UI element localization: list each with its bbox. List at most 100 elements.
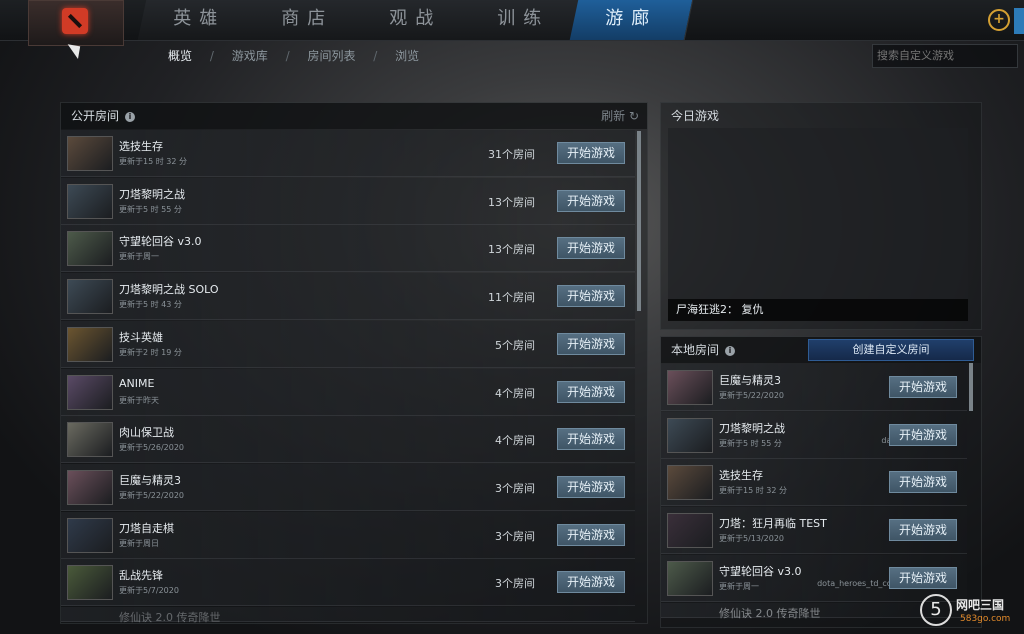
game-updated: 更新于5/22/2020 [119,490,185,500]
game-thumbnail [667,465,713,501]
game-name: 巨魔与精灵3 [719,374,781,387]
start-game-button[interactable]: 开始游戏 [557,285,625,308]
subnav-game-library[interactable]: 游戏库 [232,49,268,63]
table-row[interactable]: 技斗英雄更新于2 时 19 分 5个房间 开始游戏 [61,320,635,368]
table-row[interactable]: 巨魔与精灵3 更新于5/22/2020 3个房间 开始游戏 [61,463,635,511]
subnav-overview[interactable]: 概览 [168,49,192,63]
game-name: 选技生存 [719,469,763,483]
table-row[interactable]: 巨魔与精灵3更新于5/22/2020s开始游戏 [661,364,967,411]
table-row[interactable]: 刀塔黎明之战更新于5 时 55 分dawn开始游戏 [661,411,967,459]
local-rooms-scrollbar[interactable] [969,363,973,411]
game-name: 修仙诀 2.0 传奇降世 [119,611,221,624]
create-custom-room-button[interactable]: 创建自定义房间 [808,339,974,361]
room-count: 13个房间 [488,195,535,209]
side-panel-tab[interactable] [1014,8,1024,34]
room-count: 3个房间 [495,529,535,543]
refresh-button[interactable]: 刷新 ↻ [601,103,639,129]
dota-logo-button[interactable] [28,0,124,46]
today-game-title: 今日游戏 [671,109,720,123]
game-updated: 更新于5 时 55 分 [719,438,782,448]
start-game-button[interactable]: 开始游戏 [557,475,625,498]
subnav-separator: / [209,49,214,63]
game-updated: 更新于5/13/2020 [719,534,785,544]
start-game-button[interactable]: 开始游戏 [557,189,625,212]
arcade-subnav: 概览 / 游戏库 / 房间列表 / 浏览 [168,47,433,64]
tab-heroes[interactable]: 英雄 [137,0,262,40]
table-row[interactable]: 选技生存更新于15 时 32 分 开始游戏 [661,459,967,507]
game-name: 刀塔：狂月再临 TEST [719,517,827,531]
today-game-banner[interactable] [668,128,968,320]
start-game-button[interactable]: 开始游戏 [889,471,957,494]
game-name: 守望轮回谷 v3.0 [719,564,802,578]
table-row[interactable]: 守望轮回谷 v3.0 更新于周一 13个房间 开始游戏 [61,225,635,273]
game-updated: 更新于5 时 55 分 [119,204,182,214]
info-icon[interactable]: i [125,111,136,122]
game-updated: 更新于5/7/2020 [119,586,179,596]
start-game-button[interactable]: 开始游戏 [557,142,625,164]
game-name: 肉山保卫战 [119,426,174,440]
subnav-room-list[interactable]: 房间列表 [307,49,355,63]
game-updated: 更新于5/26/2020 [119,443,185,453]
tab-watch[interactable]: 观战 [353,0,478,40]
game-thumbnail [67,469,113,505]
game-name: 巨魔与精灵3 [119,473,181,487]
game-name: 刀塔黎明之战 [719,421,785,435]
table-row[interactable]: 选技生存 更新于15 时 32 分 31个房间 开始游戏 [61,130,635,177]
game-updated: 更新于2 时 19 分 [119,347,182,357]
public-rooms-scrollbar[interactable] [637,131,641,311]
room-count: 5个房间 [495,338,535,352]
game-thumbnail [67,422,113,458]
game-updated: 更新于15 时 32 分 [719,486,787,496]
game-name: 修仙诀 2.0 传奇降世 [719,606,821,620]
subnav-browse[interactable]: 浏览 [395,49,419,63]
start-game-button[interactable]: 开始游戏 [557,332,625,355]
public-rooms-header: 公开房间 i 刷新 ↻ [61,103,647,129]
tab-learn[interactable]: 训练 [461,0,586,40]
dota-logo-icon [62,8,88,34]
game-updated: 更新于周一 [719,581,759,591]
info-icon[interactable]: i [725,345,736,356]
public-rooms-panel: 公开房间 i 刷新 ↻ 选技生存 更新于15 时 32 分 31个房间 开始游戏 刀塔黎明… [60,102,648,624]
local-rooms-panel: 本地房间i 巨魔与精灵3更新于5/22/2020s开始游戏刀塔黎明之战更新于5 … [660,336,982,628]
table-row[interactable]: 刀塔：狂月再临 TEST 更新于5/13/2020 开始游戏 [661,507,967,555]
game-updated: 更新于周一 [119,252,159,262]
table-row[interactable]: ANIME 更新于昨天 4个房间 开始游戏 [61,368,635,416]
game-thumbnail [667,370,713,405]
start-game-button[interactable]: 开始游戏 [557,380,625,403]
game-thumbnail [67,374,113,410]
game-thumbnail [67,231,113,267]
watermark-logo-icon: 5 [920,594,952,626]
search-custom-games-input[interactable] [872,44,1018,68]
game-name: 守望轮回谷 v3.0 [119,235,202,249]
plus-icon[interactable]: + [988,9,1010,31]
game-updated: 更新于5 时 43 分 [119,300,182,310]
table-row[interactable]: 刀塔自走棋 更新于周日 3个房间 开始游戏 [61,511,635,559]
start-game-button[interactable]: 开始游戏 [557,237,625,260]
table-row[interactable]: 刀塔黎明之战 SOLO 更新于5 时 43 分 11个房间 开始游戏 [61,273,635,321]
watermark-name: 网吧三国 [956,598,1005,612]
room-count: 3个房间 [495,577,535,591]
table-row[interactable]: 乱战先锋 更新于5/7/2020 3个房间 开始游戏 [61,559,635,607]
start-game-button[interactable]: 开始游戏 [557,428,625,451]
start-game-button[interactable]: 开始游戏 [557,523,625,546]
refresh-icon: ↻ [628,109,639,123]
start-game-button[interactable]: 开始游戏 [889,519,957,542]
tab-store[interactable]: 商店 [245,0,370,40]
subnav-separator: / [285,49,290,63]
start-game-button[interactable]: 开始游戏 [557,571,625,594]
game-thumbnail [67,279,113,315]
table-row[interactable]: 刀塔黎明之战 更新于5 时 55 分 13个房间 开始游戏 [61,177,635,225]
start-game-button[interactable]: 开始游戏 [889,376,957,398]
table-row[interactable]: 肉山保卫战 更新于5/26/2020 4个房间 开始游戏 [61,416,635,464]
start-game-button[interactable]: 开始游戏 [889,566,957,589]
tab-arcade[interactable]: 游廊 [569,0,694,40]
game-thumbnail [667,513,713,549]
room-count: 4个房间 [495,386,535,400]
game-name: 选技生存 [119,140,163,153]
start-game-button[interactable]: 开始游戏 [889,423,957,446]
public-rooms-title: 公开房间 [71,109,120,123]
table-row[interactable]: 修仙诀 2.0 传奇降世 [61,607,635,624]
game-name: 技斗英雄 [119,330,163,344]
watermark-url: 583go.com [960,614,1011,624]
game-thumbnail [67,517,113,553]
